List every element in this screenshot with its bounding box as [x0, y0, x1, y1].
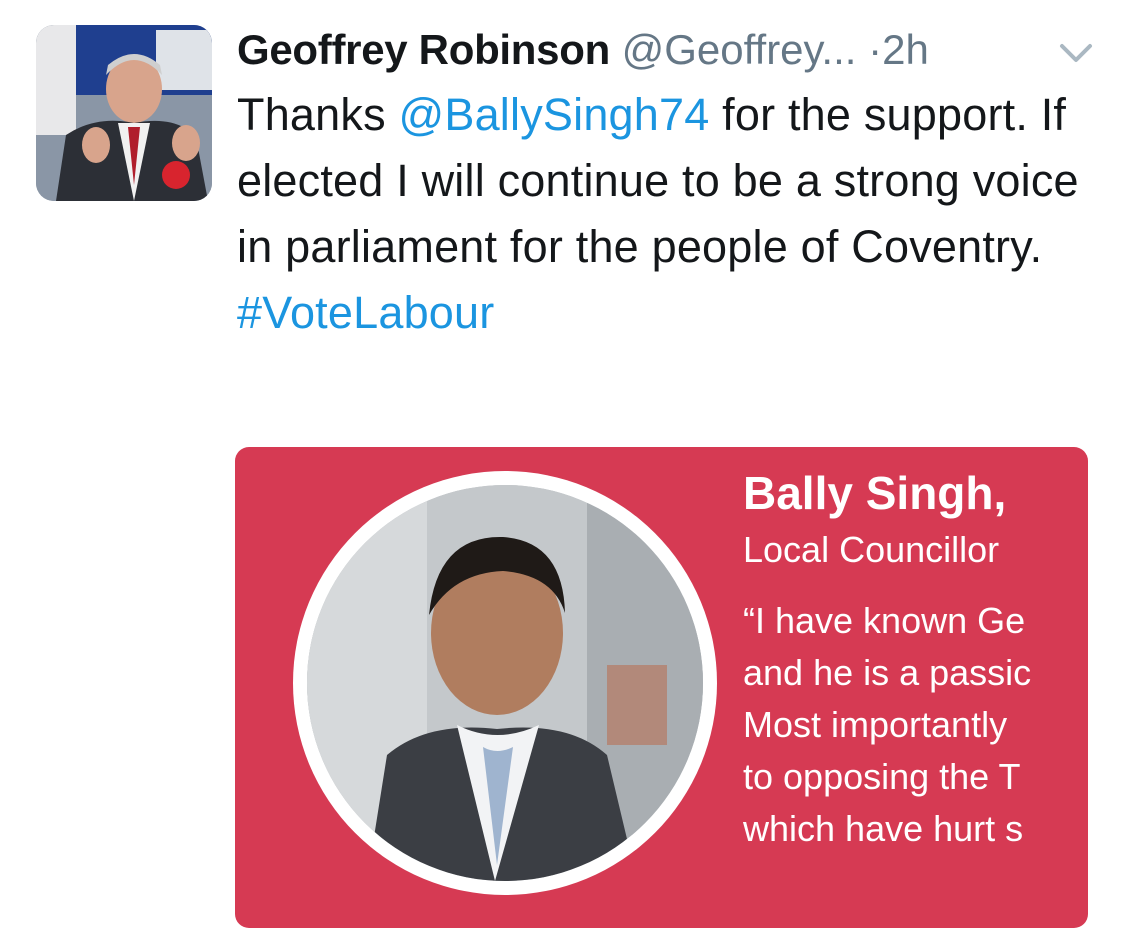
tweet-header: Geoffrey Robinson @Geoffrey... ·2h — [237, 22, 1107, 78]
tweet-text: Thanks @BallySingh74 for the support. If… — [237, 82, 1107, 346]
author-handle[interactable]: @Geoffrey... — [622, 26, 857, 73]
quote-line: to opposing the T — [743, 756, 1021, 797]
card-name: Bally Singh, — [743, 467, 1007, 519]
hashtag-link[interactable]: #VoteLabour — [237, 287, 494, 338]
author-avatar[interactable] — [36, 25, 212, 201]
tweet-text-lead: Thanks — [237, 89, 399, 140]
avatar-photo — [36, 25, 212, 201]
quote-line: and he is a passic — [743, 652, 1032, 693]
quote-line: which have hurt s — [743, 808, 1024, 849]
card-role: Local Councillor — [743, 529, 1000, 570]
quote-line: Most importantly — [743, 704, 1008, 745]
mention-link[interactable]: @BallySingh74 — [398, 89, 709, 140]
author-name[interactable]: Geoffrey Robinson — [237, 26, 610, 73]
separator: · — [868, 26, 883, 73]
quote-line: “I have known Ge — [743, 600, 1026, 641]
tweet-media-image[interactable]: Bally Singh, Local Councillor “I have kn… — [235, 447, 1088, 928]
portrait-frame — [293, 471, 717, 895]
portrait-photo — [307, 485, 703, 881]
card-quote: “I have known Ge and he is a passic Most… — [743, 595, 1073, 855]
chevron-down-icon[interactable] — [1058, 38, 1094, 66]
timestamp[interactable]: 2h — [882, 26, 929, 73]
